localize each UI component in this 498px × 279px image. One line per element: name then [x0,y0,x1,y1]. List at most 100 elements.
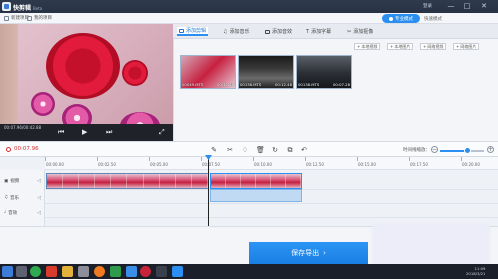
clip-frame [191,174,208,188]
browser-icon[interactable] [94,266,105,277]
maximize-button[interactable]: □ [462,2,472,11]
current-time-label: 00:07.96 [14,146,39,152]
tab-add-music[interactable]: ♫ 添加音乐 [221,27,252,36]
track-header-music[interactable]: ♫ 音乐 ◁ [0,191,45,204]
taskbar-app-icon[interactable] [78,266,89,277]
tab-label: 添加字幕 [311,29,332,35]
scissors-icon[interactable]: ✂ [226,146,234,154]
rotate-icon[interactable]: ↻ [271,146,279,154]
taskbar-app-icon[interactable] [156,266,167,277]
clip-frame [256,174,271,188]
ruler-tick [149,157,150,161]
tab-add-clip[interactable]: 添加剪辑 [177,27,209,36]
local-video-button[interactable]: + 本地视频 [354,43,381,50]
save-export-button[interactable]: 保存导出 › [249,242,368,264]
ruler-tick [253,157,254,161]
tab-add-cutout[interactable]: ✂ 添加抠像 [345,27,375,36]
clip-frame [143,174,160,188]
web-video-button[interactable]: + 网络视频 [420,43,447,50]
login-link[interactable]: 登录 [423,3,432,9]
title-bar: 快剪辑 Beta 登录 — □ ✕ [0,0,498,13]
taskbar-app-icon[interactable] [16,266,27,277]
music-track-icon: ♫ [4,195,9,200]
tab-label: 添加抠像 [353,29,374,35]
clip-thumbnail-3[interactable]: 00138.MTS 00:07.28 [296,55,352,89]
taskbar-app-icon[interactable] [110,266,121,277]
current-timecode: 00:07.96 [6,146,39,152]
undo-icon[interactable]: ↶ [300,146,308,154]
taskbar-app-icon[interactable] [30,266,41,277]
plus-icon: + [390,44,394,49]
taskbar-app-icon[interactable] [126,266,137,277]
copy-icon[interactable]: ⧉ [286,146,294,154]
app-logo-icon [2,2,11,11]
clip-frame [286,174,301,188]
volume-icon[interactable]: ◁ [37,178,41,184]
fullscreen-icon[interactable]: ⤢ [159,129,165,136]
ruler-tick [45,157,46,161]
zoom-out-button[interactable]: − [431,146,438,153]
new-project-button[interactable]: 新建项目 [4,15,29,21]
track-header-video[interactable]: ▣ 视频 ◁ [0,173,45,189]
folder-icon [27,15,32,21]
folder-icon[interactable] [62,266,73,277]
tray-date: 2018/3/21 [466,271,486,276]
plus-icon: + [423,44,427,49]
clip-thumbnail-1[interactable]: 00049.MTS 00:12.48 [180,55,236,89]
professional-mode-toggle[interactable]: 专业模式 [382,14,420,23]
tab-add-sound[interactable]: 添加音效 [263,27,294,36]
professional-mode-label: 专业模式 [395,16,413,22]
local-image-button[interactable]: + 本地图片 [387,43,414,50]
main-toolbar: 新建项目 我的项目 专业模式 快速模式 [0,13,498,24]
timeline-clip-selected[interactable] [210,173,302,189]
ruler-label: 00:02.50 [98,162,116,167]
web-image-label: 网络图片 [460,43,477,49]
os-taskbar [0,264,498,279]
edit-pencil-icon[interactable]: ✎ [210,146,218,154]
start-icon[interactable] [2,266,13,277]
my-projects-button[interactable]: 我的项目 [27,15,52,21]
clip-duration: 00:12.48 [275,82,292,87]
ruler-label: 00:05.00 [150,162,168,167]
zoom-slider-handle[interactable] [464,147,471,154]
clip-name: 00138.MTS [240,82,262,87]
video-track-icon: ▣ [4,178,9,184]
volume-icon[interactable]: ◁ [37,195,41,201]
timeline-ruler[interactable]: 00:00.00 00:02.50 00:05.00 00:07.50 00:1… [45,157,498,170]
selection-range[interactable] [210,189,302,202]
clip-frame [271,174,286,188]
web-image-button[interactable]: + 网络图片 [453,43,480,50]
tab-add-subtitle[interactable]: T 添加字幕 [304,27,333,36]
track-header-sound[interactable]: ♩ 音效 ◁ [0,206,45,219]
ruler-label: 00:20.00 [462,162,480,167]
previous-frame-icon[interactable]: ⏮ [58,129,64,136]
delete-icon[interactable]: 🗑 [256,146,265,154]
minimize-button[interactable]: — [446,2,456,11]
zoom-in-button[interactable]: + [487,146,494,153]
clip-frame [226,174,241,188]
tab-label: 添加音效 [272,29,293,35]
track-headers: ▣ 视频 ◁ ♫ 音乐 ◁ ♩ 音效 ◁ [0,170,45,226]
play-icon[interactable]: ▶ [82,129,87,136]
timeline-zoom-label: 时间线缩放： [403,148,430,153]
taskbar-app-icon[interactable] [172,266,183,277]
taskbar-app-icon[interactable] [46,266,57,277]
ruler-label: 00:15.00 [358,162,376,167]
taskbar-app-icon[interactable] [140,266,151,277]
next-frame-icon[interactable]: ⏭ [106,129,112,136]
clip-thumbnail-2[interactable]: 00138.MTS 00:12.48 [238,55,294,89]
volume-icon[interactable]: ◁ [37,210,41,216]
close-button[interactable]: ✕ [479,2,489,11]
ruler-tick [461,157,462,161]
app-title: 快剪辑 Beta [13,5,43,12]
timeline-clip[interactable] [46,173,209,189]
system-tray-clock[interactable]: 11:09 2018/3/21 [466,266,485,276]
tab-label: 添加音乐 [229,29,250,35]
quick-mode-toggle[interactable]: 快速模式 [424,16,442,22]
ruler-label: 00:12.50 [306,162,324,167]
toggle-dot-icon [389,16,393,21]
clip-frame [211,174,226,188]
marker-icon[interactable]: ♢ [241,146,249,154]
sound-lane[interactable] [45,204,498,218]
web-video-label: 网络视频 [427,43,444,49]
